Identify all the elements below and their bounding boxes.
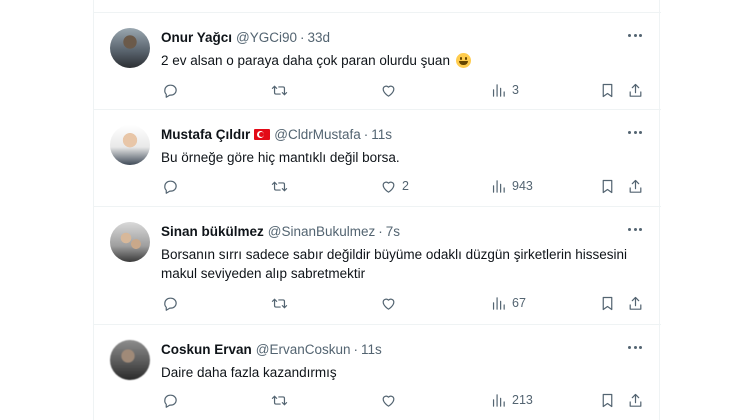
- display-name[interactable]: Mustafa Çıldır: [161, 127, 250, 142]
- share-button[interactable]: [627, 293, 644, 313]
- like-button[interactable]: [380, 293, 402, 313]
- tweet-text-content: 2 ev alsan o paraya daha çok paran olurd…: [161, 53, 450, 68]
- action-bar: 67: [158, 293, 645, 313]
- action-bar: 2 943: [158, 176, 645, 196]
- reply-icon: [164, 297, 177, 311]
- share-button[interactable]: [627, 80, 644, 100]
- share-icon: [629, 393, 642, 407]
- timestamp[interactable]: 33d: [308, 30, 331, 45]
- views-chart-icon: [492, 296, 505, 310]
- action-bar: 213: [158, 390, 645, 410]
- turkey-flag-icon: [254, 129, 271, 140]
- bookmark-icon: [602, 393, 613, 407]
- avatar[interactable]: [110, 222, 150, 262]
- tweet-header: Onur Yağcı @YGCi90 · 33d: [161, 30, 330, 45]
- tweet-text: Daire daha fazla kazandırmış: [161, 365, 337, 380]
- tweet[interactable]: Sinan bükülmez @SinanBukulmez · 7s Borsa…: [94, 207, 661, 325]
- user-handle[interactable]: @ErvanCoskun: [256, 342, 351, 357]
- more-dots-icon[interactable]: [625, 219, 645, 239]
- heart-icon: [382, 181, 395, 193]
- views-chart-icon: [492, 393, 505, 407]
- views-chart-icon: [492, 83, 505, 97]
- reply-feed: Onur Yağcı @YGCi90 · 33d 2 ev alsan o pa…: [93, 0, 661, 420]
- bookmark-icon: [602, 83, 613, 97]
- share-button[interactable]: [627, 390, 644, 410]
- bookmark-button[interactable]: [599, 176, 616, 196]
- retweet-button[interactable]: [271, 80, 293, 100]
- timestamp[interactable]: 11s: [361, 342, 382, 357]
- view-count: 3: [512, 83, 519, 97]
- reply-button[interactable]: [162, 176, 184, 196]
- display-name[interactable]: Coskun Ervan: [161, 342, 252, 357]
- bookmark-icon: [602, 296, 613, 310]
- timestamp[interactable]: 7s: [386, 224, 400, 239]
- views-button[interactable]: 943: [490, 176, 533, 196]
- views-chart-icon: [492, 179, 505, 193]
- like-button[interactable]: [380, 80, 402, 100]
- reply-button[interactable]: [162, 390, 184, 410]
- view-count: 213: [512, 393, 533, 407]
- views-button[interactable]: 3: [490, 80, 519, 100]
- retweet-icon: [271, 298, 288, 308]
- separator: ·: [378, 224, 383, 239]
- separator: ·: [363, 127, 369, 142]
- view-count: 67: [512, 296, 526, 310]
- retweet-button[interactable]: [271, 176, 293, 196]
- views-button[interactable]: 67: [490, 293, 526, 313]
- separator: ·: [353, 342, 359, 357]
- tweet-text: 2 ev alsan o paraya daha çok paran olurd…: [161, 51, 631, 70]
- tweet-text: Bu örneğe göre hiç mantıklı değil borsa.: [161, 150, 400, 165]
- reply-button[interactable]: [162, 80, 184, 100]
- reply-icon: [164, 180, 177, 194]
- display-name[interactable]: Sinan bükülmez: [161, 224, 264, 239]
- retweet-button[interactable]: [271, 293, 293, 313]
- user-handle[interactable]: @YGCi90: [236, 30, 297, 45]
- avatar[interactable]: [110, 340, 150, 380]
- heart-icon: [382, 298, 395, 310]
- like-button[interactable]: 2: [380, 176, 409, 196]
- bookmark-button[interactable]: [599, 390, 616, 410]
- reply-icon: [164, 84, 177, 98]
- share-button[interactable]: [627, 176, 644, 196]
- share-icon: [629, 83, 642, 97]
- heart-icon: [382, 85, 395, 97]
- bookmark-button[interactable]: [599, 80, 616, 100]
- views-button[interactable]: 213: [490, 390, 533, 410]
- display-name[interactable]: Onur Yağcı: [161, 30, 232, 45]
- action-bar: 3: [158, 80, 645, 100]
- grinning-face-icon: [455, 53, 471, 68]
- retweet-icon: [271, 395, 288, 405]
- user-handle[interactable]: @SinanBukulmez: [268, 224, 376, 239]
- retweet-icon: [271, 85, 288, 95]
- more-dots-icon[interactable]: [625, 122, 645, 142]
- view-count: 943: [512, 179, 533, 193]
- like-count: 2: [402, 179, 409, 193]
- tweet[interactable]: Coskun Ervan @ErvanCoskun · 11s Daire da…: [94, 325, 661, 420]
- tweet-header: Sinan bükülmez @SinanBukulmez · 7s: [161, 224, 400, 239]
- bookmark-button[interactable]: [599, 293, 616, 313]
- share-icon: [629, 296, 642, 310]
- more-dots-icon[interactable]: [625, 25, 645, 45]
- timestamp[interactable]: 11s: [371, 127, 392, 142]
- reply-button[interactable]: [162, 293, 184, 313]
- user-handle[interactable]: @CldrMustafa: [274, 127, 360, 142]
- like-button[interactable]: [380, 390, 402, 410]
- reply-icon: [164, 394, 177, 408]
- tweet-header: Coskun Ervan @ErvanCoskun · 11s: [161, 342, 382, 357]
- separator: ·: [300, 30, 305, 45]
- heart-icon: [382, 395, 395, 407]
- avatar[interactable]: [110, 28, 150, 68]
- retweet-button[interactable]: [271, 390, 293, 410]
- more-dots-icon[interactable]: [625, 337, 645, 357]
- tweet[interactable]: Mustafa Çıldır @CldrMustafa · 11s Bu örn…: [94, 110, 661, 207]
- tweet[interactable]: Onur Yağcı @YGCi90 · 33d 2 ev alsan o pa…: [94, 12, 661, 110]
- avatar[interactable]: [110, 125, 150, 165]
- bookmark-icon: [602, 179, 613, 193]
- tweet-text: Borsanın sırrı sadece sabır değildir büy…: [161, 247, 627, 281]
- tweet-header: Mustafa Çıldır @CldrMustafa · 11s: [161, 127, 392, 142]
- share-icon: [629, 179, 642, 193]
- retweet-icon: [271, 181, 288, 191]
